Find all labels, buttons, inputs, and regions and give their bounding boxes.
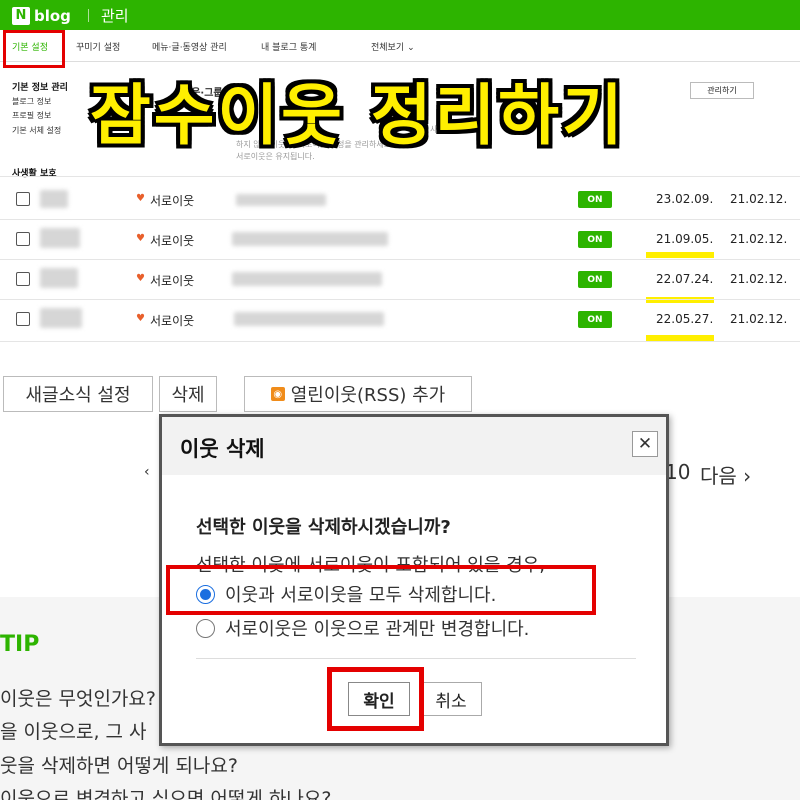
status-badge[interactable]: ON xyxy=(578,271,612,288)
tip-line: 을 이웃으로, 그 사 xyxy=(0,721,147,743)
sidebar-section-basic-info: 기본 정보 관리 xyxy=(12,83,68,93)
table-row: ♥ 서로이웃 ON 23.02.09. 21.02.12. xyxy=(0,180,800,220)
naver-blog-logo[interactable]: N blog xyxy=(12,6,71,25)
row-checkbox[interactable] xyxy=(16,312,30,326)
row-checkbox[interactable] xyxy=(16,272,30,286)
sidebar-section-privacy[interactable]: 사생활 보호 xyxy=(12,166,57,179)
tip-heading: TIP xyxy=(0,632,40,657)
radio-unselected-icon[interactable] xyxy=(196,618,215,638)
tab-blog-stats[interactable]: 내 블로그 통계 xyxy=(261,40,316,53)
divider xyxy=(88,9,89,22)
highlight-box-option xyxy=(166,565,596,615)
last-post-date: 22.05.27. xyxy=(656,312,714,326)
blurred-blog-name xyxy=(236,194,326,206)
tip-line[interactable]: 웃을 삭제하면 어떻게 되나요? xyxy=(0,751,238,778)
relation-type: 서로이웃 xyxy=(150,274,195,288)
relation-type: 서로이웃 xyxy=(150,234,195,248)
tab-view-all[interactable]: 전체보기 ⌄ xyxy=(371,40,415,53)
dialog-title: 이웃 삭제 xyxy=(180,437,265,461)
relation-type: 서로이웃 xyxy=(150,194,195,208)
sidebar-item-font-settings[interactable]: 기본 서체 설정 xyxy=(12,125,61,136)
overlay-title: 잠수이웃 정리하기 xyxy=(90,77,626,154)
relation-type: 서로이웃 xyxy=(150,314,195,328)
naver-n-icon: N xyxy=(12,6,30,25)
highlight-box-confirm xyxy=(327,667,424,731)
chevron-down-icon: ⌄ xyxy=(407,43,415,53)
rss-icon: ◉ xyxy=(270,387,285,401)
yellow-underline xyxy=(646,252,714,258)
new-post-settings-button[interactable]: 새글소식 설정 xyxy=(3,376,153,412)
page-title: 관리 xyxy=(101,7,129,25)
heart-icon: ♥ xyxy=(136,193,145,204)
sidebar-item-blog-info[interactable]: 블로그 정보 xyxy=(12,96,51,107)
cancel-button[interactable]: 취소 xyxy=(420,682,482,716)
dialog-question: 선택한 이웃을 삭제하시겠습니까? xyxy=(196,517,451,538)
tab-design-settings[interactable]: 꾸미기 설정 xyxy=(76,40,120,53)
delete-button[interactable]: 삭제 xyxy=(159,376,217,412)
sidebar-item-profile-info[interactable]: 프로필 정보 xyxy=(12,110,51,121)
added-date: 21.02.12. xyxy=(730,232,788,246)
blurred-blog-name xyxy=(232,232,388,246)
table-row: ♥ 서로이웃 ON 22.05.27. 21.02.12. xyxy=(0,300,800,340)
blurred-blog-name xyxy=(234,312,384,326)
row-checkbox[interactable] xyxy=(16,232,30,246)
next-page-link[interactable]: 다음 › xyxy=(700,460,751,489)
tab-view-all-label: 전체보기 xyxy=(371,43,405,53)
last-post-date: 21.09.05. xyxy=(656,232,714,246)
add-rss-button[interactable]: ◉ 열린이웃(RSS) 추가 xyxy=(244,376,472,412)
heart-icon: ♥ xyxy=(136,273,145,284)
blurred-avatar xyxy=(40,268,78,288)
option-change-relation[interactable]: 서로이웃은 이웃으로 관계만 변경합니다. xyxy=(196,616,529,640)
added-date: 21.02.12. xyxy=(730,272,788,286)
tip-line[interactable]: 이웃은 무엇인가요? xyxy=(0,684,156,711)
top-bar: N blog 관리 xyxy=(0,0,800,30)
option-change-relation-label: 서로이웃은 이웃으로 관계만 변경합니다. xyxy=(225,619,530,640)
settings-tabs: 기본 설정 꾸미기 설정 메뉴·글·동영상 관리 내 블로그 통계 전체보기 ⌄ xyxy=(0,30,800,62)
heart-icon: ♥ xyxy=(136,313,145,324)
table-header-divider xyxy=(0,176,800,177)
tip-line[interactable]: 이웃으로 변경하고 싶으면 어떻게 하나요? xyxy=(0,784,331,800)
blurred-avatar xyxy=(40,308,82,328)
status-badge[interactable]: ON xyxy=(578,231,612,248)
status-badge[interactable]: ON xyxy=(578,311,612,328)
close-icon[interactable]: ✕ xyxy=(632,431,658,457)
table-row: ♥ 서로이웃 ON 22.07.24. 21.02.12. xyxy=(0,260,800,300)
prev-page-icon[interactable]: ‹ xyxy=(144,464,150,480)
blurred-blog-name xyxy=(232,272,382,286)
added-date: 21.02.12. xyxy=(730,312,788,326)
blurred-avatar xyxy=(40,228,80,248)
logo-text: blog xyxy=(34,6,71,25)
tab-menu-post-video[interactable]: 메뉴·글·동영상 관리 xyxy=(152,40,227,53)
heart-icon: ♥ xyxy=(136,233,145,244)
last-post-date: 22.07.24. xyxy=(656,272,714,286)
row-checkbox[interactable] xyxy=(16,192,30,206)
status-badge[interactable]: ON xyxy=(578,191,612,208)
highlight-box-basic-settings xyxy=(3,30,65,68)
add-rss-label: 열린이웃(RSS) 추가 xyxy=(290,385,446,406)
last-post-date: 23.02.09. xyxy=(656,192,714,206)
row-divider xyxy=(0,341,800,342)
dialog-divider xyxy=(196,658,636,659)
added-date: 21.02.12. xyxy=(730,192,788,206)
dialog-header: 이웃 삭제 ✕ xyxy=(162,417,666,475)
blurred-avatar xyxy=(40,190,68,208)
